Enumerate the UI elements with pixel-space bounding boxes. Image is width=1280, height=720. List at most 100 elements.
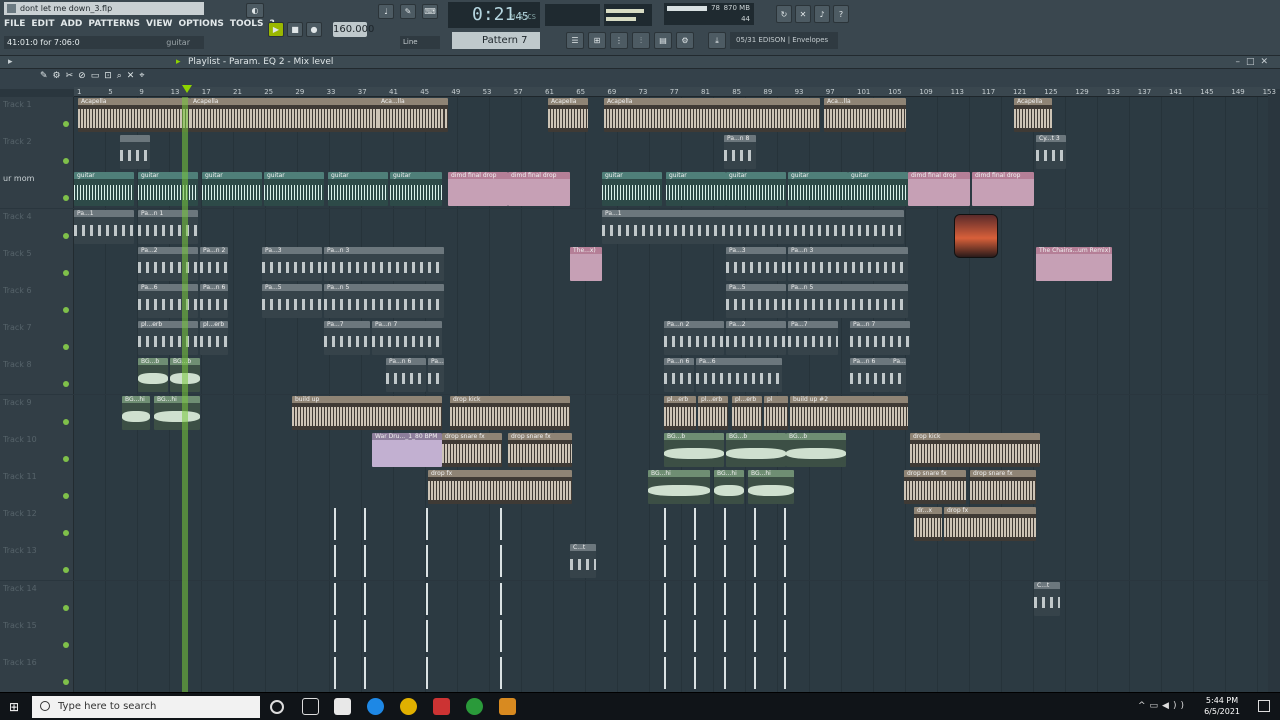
playlist-clip[interactable]: BG...hi	[122, 395, 150, 430]
start-icon[interactable]: ⊞	[9, 701, 21, 713]
playlist-clip[interactable]: BG...b	[786, 432, 846, 467]
playlist-clip[interactable]: C...t	[570, 544, 596, 579]
playlist-clip[interactable]: pl	[764, 395, 788, 430]
track-lane[interactable]: Pa...1 Pa...n 1 Pa...1	[74, 208, 1268, 246]
track-header[interactable]: Track 6	[0, 283, 74, 320]
drum-hit-clip[interactable]	[694, 619, 696, 652]
track-lane[interactable]: War Dru..._1_80 BPM drop snare fx drop sna…	[74, 431, 1268, 469]
playlist-clip[interactable]: pl...erb	[138, 321, 198, 356]
drum-hit-clip[interactable]	[694, 582, 696, 615]
plugin-icon[interactable]: ⚙	[676, 32, 694, 49]
app-icon-red[interactable]	[433, 698, 450, 715]
track-header[interactable]: Track 4	[0, 208, 74, 246]
playlist-clip[interactable]: Pa...n 5	[788, 284, 908, 318]
playlist-clip[interactable]: Pa...7	[324, 321, 370, 356]
mic-icon[interactable]: ♪	[814, 5, 830, 23]
playlist-clip[interactable]: Pa...2	[138, 246, 198, 281]
track-lane[interactable]: BG...bBG...bPa...n 6Pa...6Pa...n 6Pa...6…	[74, 357, 1268, 395]
drum-hit-clip[interactable]	[334, 508, 336, 541]
playlist-clip[interactable]: Pa...7	[788, 321, 838, 356]
timeline-ruler[interactable]: 1 5 9 13 17 21 25 29 33 37 41 45 49 53 57 61 65 69 73 77 81 8…	[74, 85, 1276, 97]
playlist-clip[interactable]: drop fx	[944, 507, 1036, 542]
track-header[interactable]: Track 16	[0, 655, 74, 692]
playlist-play-icon[interactable]: ▸	[176, 56, 181, 69]
drum-hit-clip[interactable]	[754, 545, 756, 578]
playlist-clip[interactable]: pl...erb	[200, 321, 228, 356]
task-view-icon[interactable]	[302, 698, 319, 715]
drum-hit-clip[interactable]	[426, 508, 428, 541]
playlist-clip[interactable]: Pa...n 8	[724, 135, 756, 170]
playlist-clip[interactable]: BG...b	[726, 432, 786, 467]
drum-hit-clip[interactable]	[754, 619, 756, 652]
drum-hit-clip[interactable]	[784, 619, 786, 652]
track-lane[interactable]	[74, 655, 1268, 692]
song-position-marker[interactable]	[182, 85, 192, 93]
playlist-clip[interactable]: Pa...n 7	[372, 321, 442, 356]
album-art-clip[interactable]	[954, 214, 998, 258]
menu-patterns[interactable]: PATTERNS	[88, 17, 140, 31]
pattern-selector[interactable]: Pattern 7	[452, 32, 540, 49]
playlist-clip[interactable]: Pa...n 3	[324, 246, 444, 281]
track-lane[interactable]: Pa...n 8 Cy...t 3	[74, 134, 1268, 172]
taskbar-search[interactable]: Type here to search	[32, 696, 260, 718]
fl-studio-taskbar-icon[interactable]	[499, 698, 516, 715]
window-controls[interactable]: –□✕	[1235, 56, 1274, 69]
menu-options[interactable]: OPTIONS	[178, 17, 223, 31]
playlist-clip[interactable]: dimd final drop	[448, 172, 508, 207]
playlist-clip[interactable]: Pa...3	[726, 246, 786, 281]
pattern-song-toggle[interactable]: ◐	[246, 3, 264, 18]
playlist-clip[interactable]: dimd final drop	[908, 172, 970, 207]
playlist-clip[interactable]: drop fx	[428, 470, 572, 504]
download-icon[interactable]: ⤓	[708, 32, 726, 49]
track-header[interactable]: Track 10	[0, 431, 74, 469]
track-header[interactable]: Track 11	[0, 469, 74, 506]
playlist-clip[interactable]	[120, 135, 150, 170]
track-enable-led[interactable]	[63, 418, 69, 425]
track-enable-led[interactable]	[63, 530, 69, 537]
playlist-clip[interactable]: Pa...n 7	[850, 321, 910, 356]
playlist-clip[interactable]: guitar	[390, 172, 442, 207]
track-header[interactable]: Track 2	[0, 134, 74, 172]
drum-hit-clip[interactable]	[364, 508, 366, 541]
track-lane[interactable]: Acapella Acapella Aca...lla Acapella Acapell…	[74, 97, 1268, 134]
edge-icon[interactable]	[367, 698, 384, 715]
step-edit-icon[interactable]: ✎	[400, 4, 416, 19]
playlist-clip[interactable]: pl...erb	[732, 395, 762, 430]
drum-hit-clip[interactable]	[694, 508, 696, 541]
playlist-clip[interactable]: The...x)	[570, 246, 602, 281]
playlist-clip[interactable]: Pa...n 6	[200, 284, 228, 318]
playlist-clip[interactable]: pl...erb	[698, 395, 728, 430]
drum-hit-clip[interactable]	[334, 545, 336, 578]
drum-hit-clip[interactable]	[500, 657, 502, 689]
metronome-icon[interactable]: ♩	[378, 4, 394, 19]
playlist-clip[interactable]: Pa...6	[428, 358, 444, 393]
drum-hit-clip[interactable]	[500, 545, 502, 578]
playlist-clip[interactable]: guitar	[264, 172, 324, 207]
drum-hit-clip[interactable]	[784, 582, 786, 615]
drum-hit-clip[interactable]	[500, 582, 502, 615]
store-icon[interactable]	[334, 698, 351, 715]
playlist-clip[interactable]: guitar	[138, 172, 198, 207]
playlist-clip[interactable]: Pa...5	[726, 284, 786, 318]
playlist-clip[interactable]: build up	[292, 395, 442, 430]
playlist-icon[interactable]: ☰	[566, 32, 584, 49]
playlist-clip[interactable]: Acapella	[604, 98, 820, 132]
playlist-clip[interactable]: guitar	[328, 172, 388, 207]
drum-hit-clip[interactable]	[724, 657, 726, 689]
record-button[interactable]: ●	[306, 22, 322, 37]
playlist-clip[interactable]: guitar	[788, 172, 848, 207]
playlist-clip[interactable]: Pa...5	[262, 284, 322, 318]
playlist-clip[interactable]: Aca...lla	[378, 98, 444, 132]
playlist-clip[interactable]: Pa...n 2	[664, 321, 724, 356]
menu-tools[interactable]: TOOLS	[230, 17, 264, 31]
track-header[interactable]: Track 13	[0, 543, 74, 581]
typing-keyboard-icon[interactable]: ⌨	[422, 4, 438, 19]
chrome-icon[interactable]	[400, 698, 417, 715]
drum-hit-clip[interactable]	[694, 545, 696, 578]
play-button[interactable]: ▶	[268, 22, 284, 37]
snap-select[interactable]: Line	[400, 36, 440, 49]
mixer-icon[interactable]: ⫶	[632, 32, 650, 49]
track-enable-led[interactable]	[63, 307, 69, 313]
drum-hit-clip[interactable]	[426, 619, 428, 652]
drum-hit-clip[interactable]	[754, 582, 756, 615]
